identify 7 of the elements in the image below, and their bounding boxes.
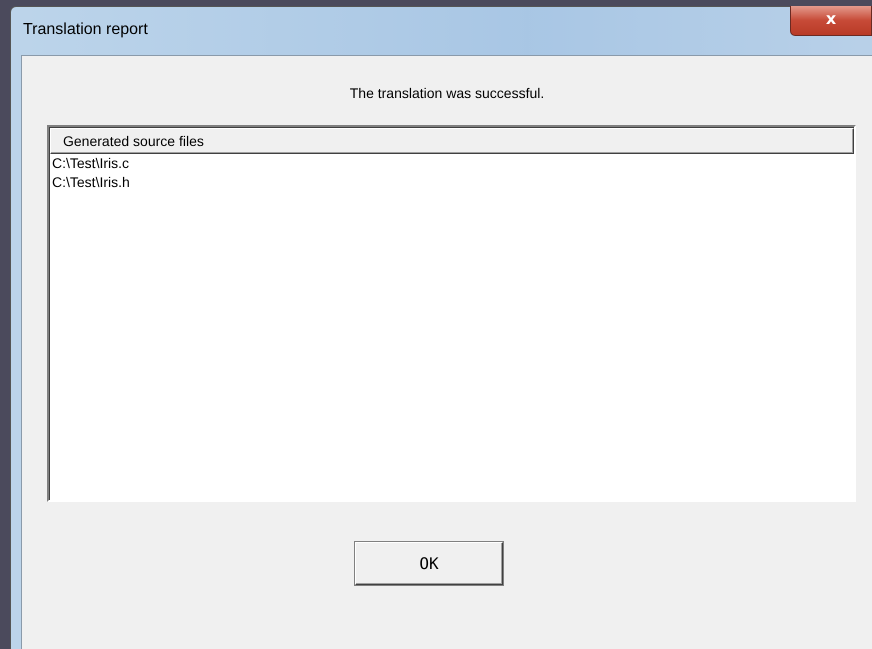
column-header[interactable]: Generated source files: [50, 128, 854, 154]
file-path[interactable]: C:\Test\Iris.c: [52, 155, 130, 171]
file-path[interactable]: C:\Test\Iris.h: [52, 174, 130, 190]
close-button[interactable]: x: [790, 6, 872, 36]
ok-button[interactable]: OK: [355, 542, 503, 585]
status-message: The translation was successful.: [348, 85, 546, 103]
window-title: Translation report: [23, 21, 148, 39]
